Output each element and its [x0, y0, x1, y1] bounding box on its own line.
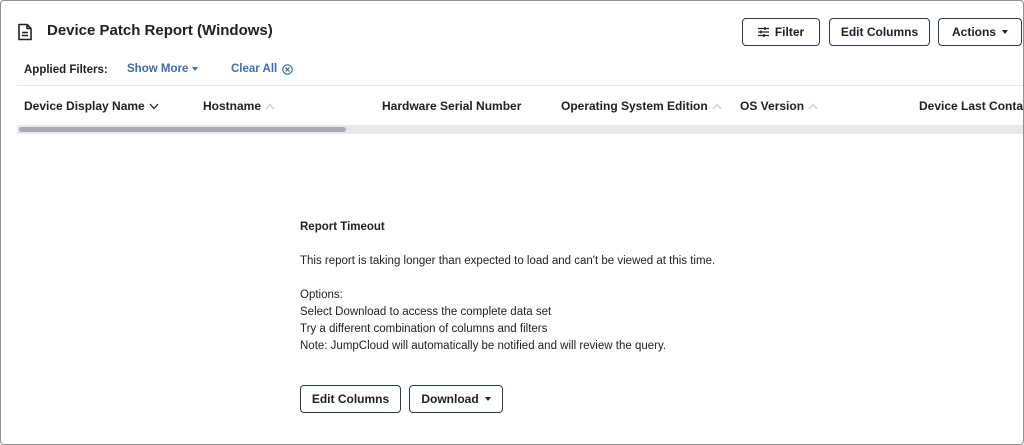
caret-down-icon [484, 397, 491, 401]
scrollbar-thumb[interactable] [19, 127, 346, 132]
column-header-hardware-serial-number[interactable]: Hardware Serial Number [382, 99, 521, 113]
timeout-title: Report Timeout [300, 221, 385, 233]
chevron-up-icon [712, 103, 722, 109]
chevron-up-icon [265, 103, 275, 109]
clear-all-link[interactable]: Clear All [231, 63, 294, 75]
show-more-label: Show More [127, 63, 189, 75]
column-header-os-version[interactable]: OS Version [740, 99, 818, 113]
option-item: Try a different combination of columns a… [300, 323, 548, 335]
column-header-hostname[interactable]: Hostname [203, 99, 275, 113]
column-label: Device Display Name [24, 99, 145, 113]
table-header-row: Device Display Name Hostname Hardware Se… [17, 85, 1024, 125]
actions-label: Actions [951, 25, 996, 39]
edit-columns-button-top[interactable]: Edit Columns [829, 18, 930, 46]
options-label: Options: [300, 289, 343, 301]
report-header: Device Patch Report (Windows) Filter Edi… [1, 1, 1023, 59]
edit-columns-button[interactable]: Edit Columns [300, 385, 401, 413]
caret-down-icon [1002, 30, 1008, 34]
sliders-icon [757, 27, 769, 37]
edit-columns-label: Edit Columns [311, 392, 390, 406]
show-more-link[interactable]: Show More [127, 63, 199, 75]
column-header-operating-system-edition[interactable]: Operating System Edition [561, 99, 722, 113]
column-label: Device Last Contact [919, 99, 1024, 113]
horizontal-scrollbar[interactable] [17, 125, 1023, 134]
applied-filters-bar: Applied Filters: Show More Clear All [24, 63, 294, 77]
option-item: Select Download to access the complete d… [300, 306, 552, 318]
column-header-device-last-contact[interactable]: Device Last Contact [919, 99, 1024, 113]
filter-button[interactable]: Filter [742, 18, 820, 46]
close-circle-icon [282, 63, 294, 75]
edit-columns-label: Edit Columns [840, 25, 919, 39]
actions-button[interactable]: Actions [938, 18, 1022, 46]
filter-button-label: Filter [774, 25, 805, 39]
column-label: OS Version [740, 99, 805, 113]
column-label: Hardware Serial Number [382, 99, 522, 113]
timeout-message: This report is taking longer than expect… [300, 255, 716, 267]
applied-filters-label: Applied Filters: [24, 64, 108, 76]
column-label: Operating System Edition [561, 99, 708, 113]
option-item: Note: JumpCloud will automatically be no… [300, 340, 667, 352]
download-button[interactable]: Download [409, 385, 503, 413]
chevron-up-icon [808, 103, 818, 109]
page-title: Device Patch Report (Windows) [47, 22, 273, 39]
caret-down-icon [192, 67, 199, 71]
clear-all-label: Clear All [231, 63, 278, 75]
column-label: Hostname [203, 99, 262, 113]
chevron-down-icon [149, 103, 159, 109]
download-label: Download [421, 392, 479, 406]
report-window: Device Patch Report (Windows) Filter Edi… [0, 0, 1024, 445]
column-header-device-display-name[interactable]: Device Display Name [24, 99, 159, 113]
document-icon [18, 23, 32, 41]
